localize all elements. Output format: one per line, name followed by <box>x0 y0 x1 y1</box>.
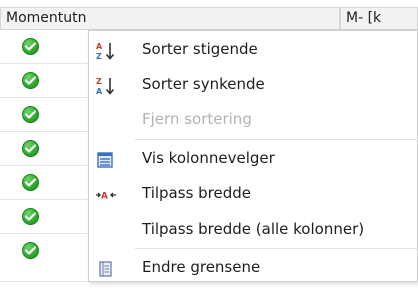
check-circle-icon <box>22 242 39 259</box>
check-circle-icon <box>22 72 39 89</box>
menu-separator <box>135 139 418 140</box>
check-circle-icon <box>22 38 39 55</box>
menu-item-label: Vis kolonnevelger <box>142 149 275 167</box>
menu-item-sort-ascending[interactable]: A Z Sorter stigende <box>89 32 418 66</box>
check-circle-icon <box>22 174 39 191</box>
menu-item-remove-sorting[interactable]: Fjern sortering <box>89 102 418 136</box>
sort-descending-icon: Z A <box>95 74 117 96</box>
menu-item-edit-limits[interactable]: Endre grensene <box>89 250 418 284</box>
edit-limits-icon <box>95 257 117 277</box>
menu-item-fit-width-all-columns[interactable]: Tilpass bredde (alle kolonner) <box>89 212 418 246</box>
menu-item-label: Sorter synkende <box>142 75 265 93</box>
column-chooser-icon <box>95 148 117 168</box>
svg-text:Z: Z <box>96 77 102 86</box>
menu-item-label: Fjern sortering <box>142 110 252 128</box>
check-circle-icon <box>22 208 39 225</box>
menu-item-column-chooser[interactable]: Vis kolonnevelger <box>89 141 418 175</box>
svg-text:Z: Z <box>96 52 102 61</box>
column-context-menu: A Z Sorter stigende Z A Sorter synkende … <box>88 30 418 282</box>
menu-item-label: Tilpass bredde (alle kolonner) <box>142 220 365 238</box>
column-header-momentutn[interactable]: Momentutn <box>0 7 340 30</box>
menu-item-label: Endre grensene <box>142 258 261 276</box>
svg-text:A: A <box>101 192 108 202</box>
sort-ascending-icon: A Z <box>95 39 117 61</box>
menu-item-label: Sorter stigende <box>142 40 258 58</box>
svg-text:A: A <box>96 42 103 51</box>
check-circle-icon <box>22 140 39 157</box>
menu-item-sort-descending[interactable]: Z A Sorter synkende <box>89 67 418 101</box>
column-header-m[interactable]: M- [k <box>340 7 418 30</box>
svg-text:A: A <box>96 87 103 96</box>
menu-separator <box>135 248 418 249</box>
menu-item-fit-width[interactable]: A Tilpass bredde <box>89 176 418 210</box>
check-circle-icon <box>22 106 39 123</box>
fit-width-icon: A <box>95 183 117 203</box>
menu-item-label: Tilpass bredde <box>142 184 252 202</box>
